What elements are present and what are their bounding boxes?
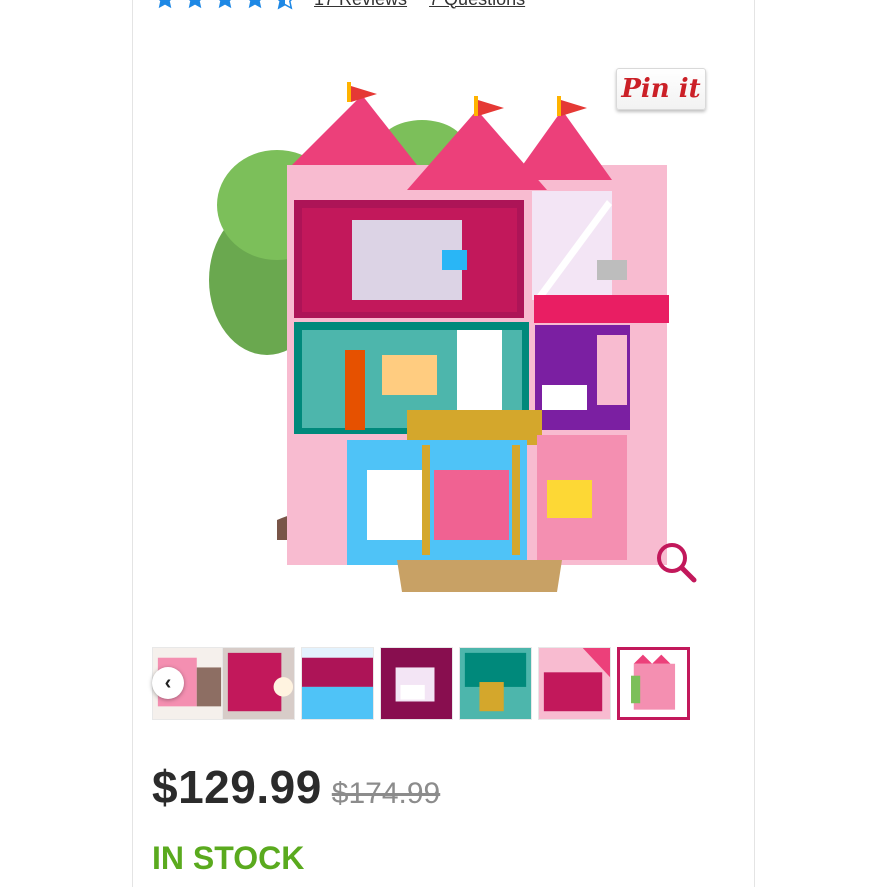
rating-row: 17 Reviews 7 Questions <box>152 0 525 10</box>
star-icon <box>152 0 178 11</box>
questions-link[interactable]: 7 Questions <box>429 0 525 10</box>
star-icon <box>212 0 238 11</box>
stock-status: IN STOCK <box>152 840 305 876</box>
chevron-left-icon[interactable]: ‹ <box>152 667 184 699</box>
thumbnail[interactable] <box>222 647 295 720</box>
thumbnail-strip <box>152 647 692 721</box>
pin-it-button[interactable]: Pin it <box>616 68 706 110</box>
thumbnail[interactable] <box>459 647 532 720</box>
magnifier-icon[interactable] <box>654 540 698 584</box>
star-icon <box>242 0 268 11</box>
thumbnail-selected[interactable] <box>617 647 690 720</box>
current-price: $129.99 <box>152 761 322 813</box>
thumbnail[interactable] <box>380 647 453 720</box>
half-star-icon <box>272 0 298 11</box>
thumbnail[interactable] <box>301 647 374 720</box>
original-price: $174.99 <box>331 777 441 810</box>
thumbnail[interactable] <box>538 647 611 720</box>
dollhouse-image <box>209 82 669 592</box>
star-rating[interactable] <box>152 0 298 11</box>
reviews-link[interactable]: 17 Reviews <box>314 0 407 10</box>
main-product-image[interactable] <box>152 40 735 630</box>
price-row: $129.99 $174.99 <box>152 760 440 814</box>
star-icon <box>182 0 208 11</box>
